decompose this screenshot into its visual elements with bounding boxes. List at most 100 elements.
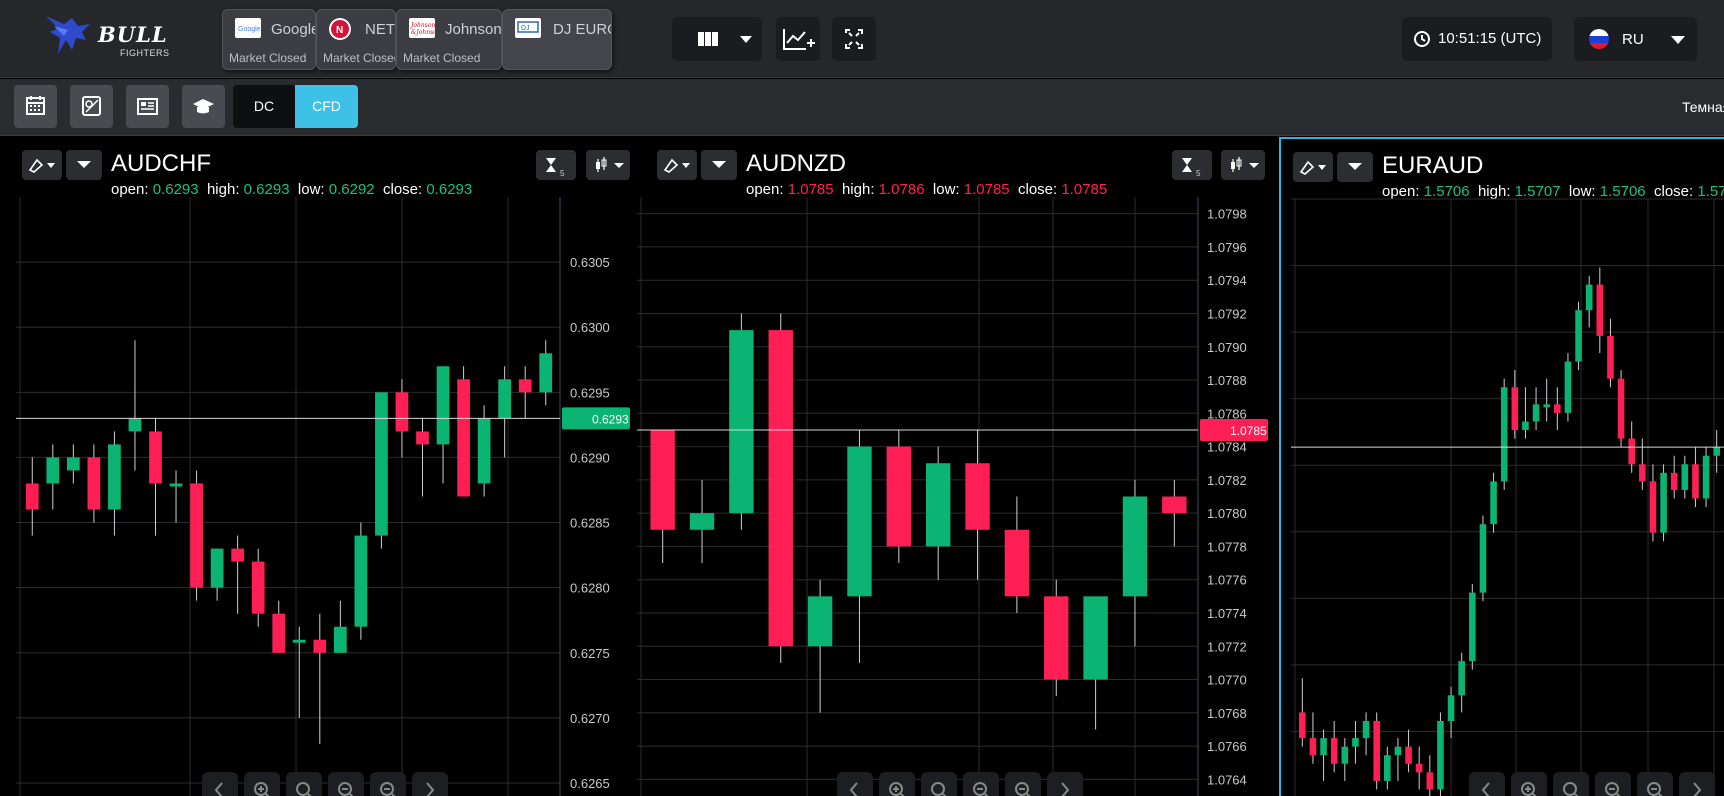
candle-bullish (1681, 464, 1689, 490)
candle-bullish (1490, 481, 1497, 525)
zoom-in-icon (889, 782, 905, 796)
zoom-out-button[interactable] (328, 772, 364, 796)
candle-bearish (149, 431, 162, 484)
brand-logo[interactable]: BULL FIGHTERS (42, 10, 182, 66)
candle-bullish (108, 444, 121, 510)
candle-bearish (1373, 720, 1380, 781)
candle-bullish (1122, 496, 1148, 597)
candle-bullish (333, 626, 347, 653)
current-price-label: 1.0785 (1230, 424, 1267, 438)
brand-name: BULL (98, 22, 168, 47)
y-tick-label: 0.6265 (570, 776, 610, 791)
candle-bearish (231, 548, 245, 562)
scroll-right-button[interactable] (1679, 772, 1715, 796)
scroll-left-button[interactable] (837, 772, 873, 796)
candle-bullish (46, 457, 60, 484)
candle-bearish (1670, 472, 1678, 490)
y-tick-label: 0.6295 (570, 385, 610, 400)
calendar-button[interactable] (14, 85, 57, 128)
y-tick-label: 1.0780 (1207, 506, 1247, 521)
segment-dc[interactable]: DC (233, 85, 295, 128)
zoom-out-button[interactable] (1595, 772, 1631, 796)
y-tick-label: 0.6275 (570, 646, 610, 661)
asset-name: DJ EURO (553, 21, 611, 38)
analytics-button[interactable] (70, 85, 113, 128)
candle-bearish (251, 561, 265, 614)
scroll-right-button[interactable] (1047, 772, 1083, 796)
language-select[interactable]: RU (1574, 17, 1697, 61)
candlestick-chart[interactable] (1281, 139, 1724, 796)
candle-bullish (1543, 404, 1550, 408)
candle-bullish (210, 548, 224, 588)
candlestick-chart[interactable]: 0.6305 0.6300 0.6295 0.6290 0.6285 0.6280 0.62… (0, 137, 634, 796)
russia-flag-icon (1589, 29, 1609, 49)
zoom-in-button[interactable] (244, 772, 280, 796)
google-logo-icon: Google (235, 18, 261, 38)
zoom-reset-button[interactable] (1553, 772, 1589, 796)
asset-name: Google (271, 21, 316, 38)
zoom-reset-button[interactable] (286, 772, 322, 796)
layout-select-button[interactable] (672, 17, 762, 61)
zoom-fit-icon (1647, 782, 1663, 796)
server-clock: 10:51:15 (UTC) (1402, 17, 1552, 61)
zoom-in-button[interactable] (1511, 772, 1547, 796)
chevron-right-icon (1693, 782, 1702, 796)
candle-bearish (1299, 712, 1306, 739)
scroll-right-button[interactable] (412, 772, 448, 796)
chart-panel-audchf[interactable]: AUDCHF open: 0.6293 high: 0.6293 low: 0.… (0, 137, 634, 796)
add-chart-button[interactable] (776, 17, 820, 61)
candle-bullish (375, 392, 388, 536)
zoom-in-button[interactable] (879, 772, 915, 796)
news-button[interactable] (126, 85, 169, 128)
zoom-fit-button[interactable] (1005, 772, 1041, 796)
candle-bullish (689, 513, 715, 530)
candle-bullish (1083, 596, 1108, 680)
candle-bearish (650, 429, 675, 530)
candle-bullish (1437, 720, 1444, 790)
zoom-out-button[interactable] (963, 772, 999, 796)
chevron-right-icon (426, 782, 435, 796)
asset-tab-netflix[interactable]: N NETFLIX Market Closed (316, 9, 396, 70)
fullscreen-button[interactable] (832, 17, 876, 61)
candle-bearish (25, 483, 39, 510)
segment-cfd[interactable]: CFD (295, 85, 358, 128)
scroll-left-button[interactable] (1469, 772, 1505, 796)
candle-bearish (1607, 335, 1614, 379)
analytics-icon (82, 96, 101, 116)
theme-toggle-label[interactable]: Темная (1682, 99, 1724, 115)
zoom-fit-icon (1015, 782, 1031, 796)
candle-bullish (1394, 746, 1402, 756)
calendar-icon (26, 96, 45, 115)
y-tick-label: 0.6270 (570, 711, 610, 726)
chart-panel-audnzd[interactable]: AUDNZD open: 1.0785 high: 1.0786 low: 1.… (635, 137, 1268, 796)
zoom-reset-button[interactable] (921, 772, 957, 796)
asset-tab-google[interactable]: Google Google Market Closed (222, 9, 316, 70)
candlestick-chart[interactable]: 1.0798 1.0796 1.0794 1.0792 1.0790 1.0788 1.07… (635, 137, 1268, 796)
zoom-in-icon (254, 782, 270, 796)
zoom-fit-button[interactable] (370, 772, 406, 796)
candle-bullish (477, 418, 491, 484)
candle-bearish (1044, 596, 1069, 680)
y-tick-label: 1.0794 (1207, 273, 1247, 288)
candle-bearish (1511, 387, 1519, 431)
scroll-left-button[interactable] (202, 772, 238, 796)
y-tick-label: 1.0770 (1207, 673, 1247, 688)
zoom-fit-button[interactable] (1637, 772, 1673, 796)
candle-bullish (1660, 472, 1667, 533)
asset-tab-johnson[interactable]: Johnson&Johnson Johnson Market Closed (396, 9, 502, 70)
candle-bearish (1617, 378, 1625, 439)
candle-bearish (1162, 496, 1187, 514)
y-tick-label: 1.0778 (1207, 539, 1247, 554)
candle-bullish (66, 457, 80, 471)
asset-tab-dj-euro[interactable]: DJ DJ EURO (502, 9, 612, 70)
candle-bullish (1500, 387, 1508, 482)
chevron-left-icon (1481, 782, 1490, 796)
y-tick-label: 1.0798 (1207, 207, 1247, 222)
candle-bullish (807, 596, 833, 647)
chart-panel-euraud[interactable]: EURAUD open: 1.5706 high: 1.5707 low: 1.… (1279, 137, 1724, 796)
y-tick-label: 1.0772 (1207, 639, 1247, 654)
candle-bearish (1649, 481, 1657, 533)
candle-bullish (1447, 695, 1455, 721)
education-button[interactable] (182, 85, 225, 128)
candle-bullish (1585, 284, 1593, 311)
